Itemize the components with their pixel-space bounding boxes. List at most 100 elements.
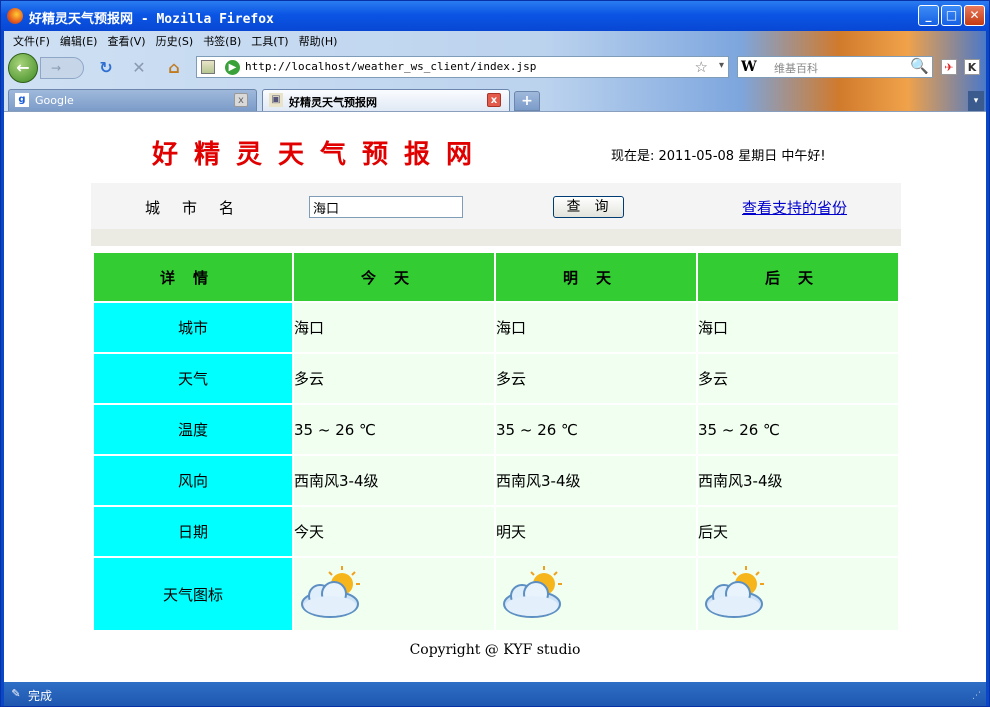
table-cell: 后天: [698, 507, 898, 556]
menu-view[interactable]: 查看(V): [102, 31, 150, 49]
google-favicon-icon: g: [15, 93, 29, 107]
page-favicon-icon: ▣: [269, 93, 283, 107]
site-identity-icon[interactable]: [201, 60, 215, 74]
query-button[interactable]: 查询: [553, 196, 624, 218]
table-cell: [496, 558, 696, 630]
tab-label: Google: [35, 94, 74, 107]
addon-icon[interactable]: ✈: [941, 59, 957, 75]
table-cell: 西南风3-4级: [496, 456, 696, 505]
table-row: 温度 35 ~ 26 ℃ 35 ~ 26 ℃ 35 ~ 26 ℃: [94, 405, 898, 454]
row-label: 天气图标: [94, 558, 292, 630]
row-label: 风向: [94, 456, 292, 505]
tab-close-icon[interactable]: x: [234, 93, 248, 107]
menu-edit[interactable]: 编辑(E): [55, 31, 103, 49]
tab-close-icon[interactable]: x: [487, 93, 501, 107]
wikipedia-icon[interactable]: W: [741, 59, 757, 75]
title-bar: 好精灵天气预报网 - Mozilla Firefox _ □ ✕: [1, 1, 989, 31]
search-icon[interactable]: 🔍: [910, 57, 929, 75]
kaspersky-icon[interactable]: K: [964, 59, 980, 75]
row-label: 日期: [94, 507, 292, 556]
tab-label: 好精灵天气预报网: [289, 96, 377, 109]
copyright-text: Copyright @ KYF studio: [409, 642, 581, 658]
header-details: 详情: [94, 253, 292, 301]
browser-chrome: 文件(F) 编辑(E) 查看(V) 历史(S) 书签(B) 工具(T) 帮助(H…: [4, 31, 986, 111]
table-cell: 多云: [698, 354, 898, 403]
supported-provinces-link[interactable]: 查看支持的省份: [742, 197, 847, 218]
go-icon[interactable]: ▶: [225, 60, 240, 75]
menu-history[interactable]: 历史(S): [151, 31, 199, 49]
table-cell: 海口: [698, 303, 898, 352]
tab-google[interactable]: g Google x: [8, 89, 257, 111]
menu-bookmarks[interactable]: 书签(B): [198, 31, 246, 49]
city-name-label: 城市名: [145, 199, 257, 217]
menu-bar: 文件(F) 编辑(E) 查看(V) 历史(S) 书签(B) 工具(T) 帮助(H…: [4, 31, 342, 49]
header-tomorrow: 明天: [496, 253, 696, 301]
table-cell: 西南风3-4级: [698, 456, 898, 505]
search-placeholder[interactable]: 维基百科: [774, 60, 818, 76]
url-dropdown-icon[interactable]: ▾: [719, 60, 724, 71]
table-cell: [698, 558, 898, 630]
header-day-after: 后天: [698, 253, 898, 301]
window-controls: _ □ ✕: [918, 5, 985, 26]
table-cell: 海口: [496, 303, 696, 352]
table-row: 风向 西南风3-4级 西南风3-4级 西南风3-4级: [94, 456, 898, 505]
search-bar[interactable]: W 维基百科 🔍: [737, 56, 933, 78]
forward-icon[interactable]: →: [40, 57, 84, 79]
page-content: 好精灵天气预报网 现在是: 2011-05-08 星期日 中午好! 城市名 查询…: [4, 111, 986, 682]
table-row: 天气图标: [94, 558, 898, 630]
resize-grip-icon[interactable]: ⋰: [972, 690, 984, 702]
page-header: 好精灵天气预报网 现在是: 2011-05-08 星期日 中午好!: [4, 112, 986, 182]
city-search-row: 城市名 查询 查看支持的省份: [91, 183, 901, 229]
divider-bar: [91, 229, 901, 246]
table-cell: 35 ~ 26 ℃: [698, 405, 898, 454]
partly-cloudy-icon: [705, 566, 764, 618]
partly-cloudy-icon: [301, 566, 360, 618]
tab-weather[interactable]: ▣ 好精灵天气预报网 x: [262, 89, 510, 111]
navigation-toolbar: ← → ↻ ✕ ⌂ ▶ http://localhost/weather_ws_…: [4, 51, 986, 83]
site-title: 好精灵天气预报网: [152, 140, 489, 170]
table-cell: 西南风3-4级: [294, 456, 494, 505]
new-tab-button[interactable]: +: [514, 91, 540, 111]
table-cell: 35 ~ 26 ℃: [496, 405, 696, 454]
maximize-button[interactable]: □: [941, 5, 962, 26]
row-label: 天气: [94, 354, 292, 403]
status-icon: ✎: [11, 687, 21, 700]
table-cell: 35 ~ 26 ℃: [294, 405, 494, 454]
table-header-row: 详情 今天 明天 后天: [94, 253, 898, 301]
table-row: 日期 今天 明天 后天: [94, 507, 898, 556]
menu-help[interactable]: 帮助(H): [294, 31, 343, 49]
table-cell: 多云: [294, 354, 494, 403]
partly-cloudy-icon: [503, 566, 562, 618]
minimize-button[interactable]: _: [918, 5, 939, 26]
stop-icon[interactable]: ✕: [129, 58, 149, 78]
status-bar: ✎ 完成 ⋰: [4, 682, 986, 706]
browser-window: 好精灵天气预报网 - Mozilla Firefox _ □ ✕ 文件(F) 编…: [0, 0, 990, 707]
header-today: 今天: [294, 253, 494, 301]
tab-bar: g Google x ▣ 好精灵天气预报网 x + ▾: [4, 87, 986, 111]
window-title: 好精灵天气预报网 - Mozilla Firefox: [29, 12, 274, 27]
row-label: 温度: [94, 405, 292, 454]
reload-icon[interactable]: ↻: [96, 58, 116, 78]
url-bar[interactable]: ▶ http://localhost/weather_ws_client/ind…: [196, 56, 729, 78]
home-icon[interactable]: ⌂: [164, 58, 184, 78]
date-greeting: 现在是: 2011-05-08 星期日 中午好!: [611, 149, 826, 164]
table-row: 天气 多云 多云 多云: [94, 354, 898, 403]
url-text[interactable]: http://localhost/weather_ws_client/index…: [245, 60, 536, 73]
table-cell: 今天: [294, 507, 494, 556]
status-text: 完成: [28, 689, 53, 703]
table-cell: 海口: [294, 303, 494, 352]
tab-list-button[interactable]: ▾: [968, 91, 984, 111]
table-cell: 多云: [496, 354, 696, 403]
menu-file[interactable]: 文件(F): [8, 31, 55, 49]
table-row: 城市 海口 海口 海口: [94, 303, 898, 352]
back-icon[interactable]: ←: [8, 53, 38, 83]
weather-table: 详情 今天 明天 后天 城市 海口 海口 海口 天气 多云 多云 多云 温度 3…: [92, 251, 900, 632]
bookmark-star-icon[interactable]: ☆: [695, 58, 708, 76]
row-label: 城市: [94, 303, 292, 352]
menu-tools[interactable]: 工具(T): [246, 31, 293, 49]
firefox-icon: [7, 8, 23, 24]
table-cell: [294, 558, 494, 630]
close-button[interactable]: ✕: [964, 5, 985, 26]
city-input[interactable]: [309, 196, 463, 218]
table-cell: 明天: [496, 507, 696, 556]
